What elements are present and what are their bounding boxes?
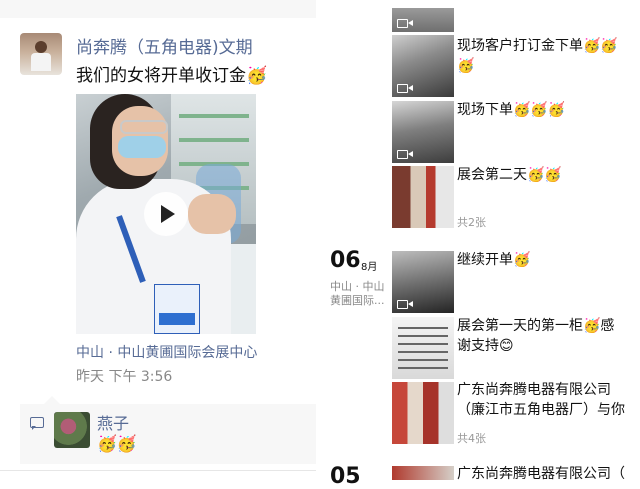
album-thumb[interactable] (392, 101, 454, 163)
album-entry-text[interactable]: 广东尚奔腾电器有限公司（廉江市五角电器厂）与你相约2020年秋季家电… (457, 380, 625, 420)
album-entry-text[interactable]: 现场客户打订金下单🥳🥳🥳 (457, 36, 627, 76)
video-icon (397, 19, 413, 28)
album-thumb[interactable] (392, 166, 454, 228)
date-day: 05 (330, 464, 361, 489)
date-month: 8月 (361, 262, 378, 273)
album-thumb[interactable] (392, 466, 454, 480)
photo-count: 共2张 (457, 216, 486, 229)
play-icon[interactable] (144, 192, 188, 236)
date-location-line1: 中山 · 中山 (330, 280, 385, 293)
author-avatar[interactable] (20, 33, 62, 75)
date-day: 06 (330, 248, 361, 273)
previous-post-strip (0, 0, 316, 18)
comment-icon (30, 417, 44, 430)
post-time: 昨天 下午 3:56 (76, 369, 173, 385)
album-entry-text[interactable]: 继续开单🥳 (457, 250, 627, 270)
video-icon (397, 84, 413, 93)
album-thumb[interactable] (392, 317, 454, 379)
author-name[interactable]: 尚奔腾（五角电器)文期 (76, 33, 253, 58)
album-entry-text[interactable]: 展会第二天🥳🥳 (457, 165, 627, 185)
album-thumb[interactable] (392, 35, 454, 97)
album-entry-text[interactable]: 广东尚奔腾电器有限公司（ (457, 464, 627, 484)
post-text: 我们的女将开单收订金🥳 (76, 66, 268, 86)
album-thumb[interactable] (392, 251, 454, 313)
video-icon (397, 300, 413, 309)
date-location-line2: 黄圃国际... (330, 294, 385, 307)
album-thumb[interactable] (392, 8, 454, 32)
album-thumb[interactable] (392, 382, 454, 444)
commenter-name[interactable]: 燕子 (97, 410, 129, 434)
photo-count: 共4张 (457, 432, 486, 445)
video-icon (397, 150, 413, 159)
commenter-avatar[interactable] (54, 412, 90, 448)
comment-text: 🥳🥳 (97, 434, 137, 453)
album-entry-text[interactable]: 现场下单🥳🥳🥳 (457, 100, 627, 120)
post-location[interactable]: 中山 · 中山黄圃国际会展中心 (76, 342, 257, 362)
album-entry-text[interactable]: 展会第一天的第一柜🥳感谢支持😊 (457, 316, 627, 356)
divider (0, 470, 316, 471)
